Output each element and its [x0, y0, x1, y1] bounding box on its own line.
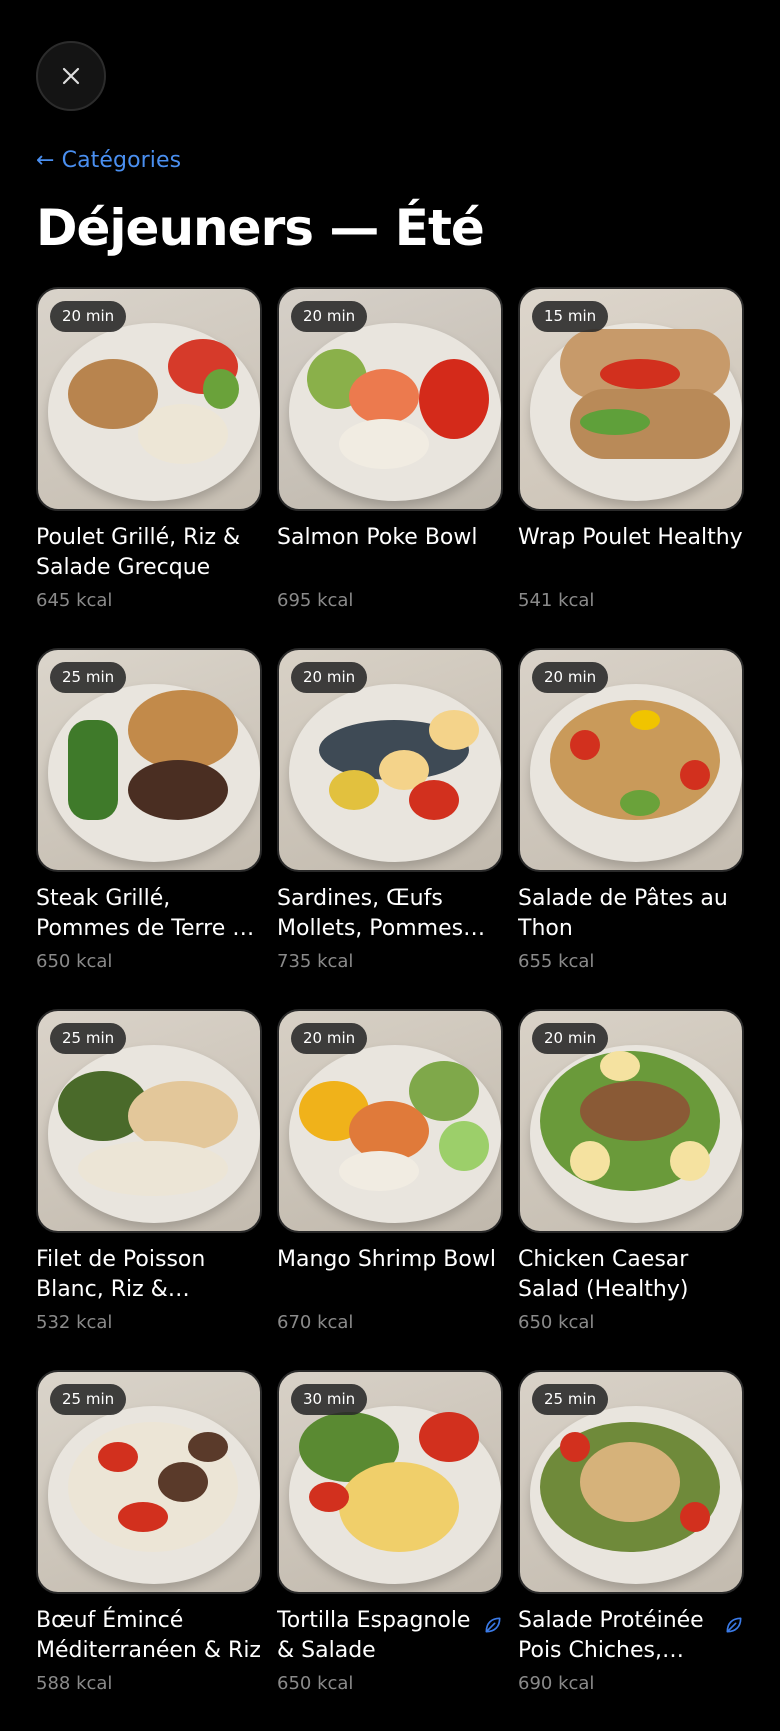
meal-name: Sardines, Œufs Mollets, Pommes d… — [277, 886, 464, 941]
prep-time-badge: 25 min — [532, 1384, 609, 1415]
meal-name: Wrap Poulet Healthy — [518, 525, 743, 550]
meal-kcal: 588 kcal — [36, 1673, 113, 1694]
meal-name: Filet de Poisson Blanc, Riz &… — [36, 1247, 206, 1302]
meal-image: 25 min — [518, 1370, 744, 1594]
meal-image: 20 min — [277, 648, 503, 872]
prep-time-badge: 20 min — [532, 1023, 609, 1054]
meal-card[interactable]: 20 min Mango Shrimp Bowl 670 kcal — [277, 1009, 503, 1370]
meal-kcal: 532 kcal — [36, 1312, 113, 1333]
prep-time-badge: 20 min — [50, 301, 127, 332]
prep-time-badge: 20 min — [291, 1023, 368, 1054]
meal-name: Bœuf Émincé Méditerranéen & Riz — [36, 1608, 261, 1663]
meal-name: Salade Protéinée Pois Chiches,… — [518, 1608, 704, 1663]
meal-name: Tortilla Espagnole & Salade — [277, 1608, 471, 1663]
prep-time-badge: 20 min — [291, 662, 368, 693]
meal-image: 15 min — [518, 287, 744, 511]
meal-card[interactable]: 20 min Sardines, Œufs Mollets, Pommes d…… — [277, 648, 503, 1009]
meal-kcal: 655 kcal — [518, 951, 595, 972]
meal-image: 20 min — [36, 287, 262, 511]
close-icon — [62, 67, 80, 85]
prep-time-badge: 15 min — [532, 301, 609, 332]
prep-time-badge: 25 min — [50, 1023, 127, 1054]
meal-kcal: 735 kcal — [277, 951, 354, 972]
meal-card[interactable]: 20 min Poulet Grillé, Riz & Salade Grecq… — [36, 287, 262, 648]
close-button[interactable] — [36, 41, 106, 111]
leaf-icon — [485, 1617, 501, 1633]
meal-card[interactable]: 20 min Chicken Caesar Salad (Healthy) 65… — [518, 1009, 744, 1370]
meal-card[interactable]: 25 min Bœuf Émincé Méditerranéen & Riz 5… — [36, 1370, 262, 1731]
meal-card[interactable]: 20 min Salmon Poke Bowl 695 kcal — [277, 287, 503, 648]
meal-card[interactable]: 30 min Tortilla Espagnole & Salade 650 k… — [277, 1370, 503, 1731]
meal-kcal: 670 kcal — [277, 1312, 354, 1333]
prep-time-badge: 25 min — [50, 1384, 127, 1415]
meal-card[interactable]: 25 min Steak Grillé, Pommes de Terre & H… — [36, 648, 262, 1009]
prep-time-badge: 25 min — [50, 662, 127, 693]
back-to-categories-link[interactable]: ← Catégories — [36, 148, 181, 173]
leaf-icon — [726, 1617, 742, 1633]
meal-image: 25 min — [36, 648, 262, 872]
meal-card[interactable]: 25 min Salade Protéinée Pois Chiches,… 6… — [518, 1370, 744, 1731]
meal-kcal: 650 kcal — [36, 951, 113, 972]
meal-name: Salade de Pâtes au Thon — [518, 886, 728, 941]
meal-kcal: 695 kcal — [277, 590, 354, 611]
meal-card[interactable]: 20 min Salade de Pâtes au Thon 655 kcal — [518, 648, 744, 1009]
meal-kcal: 645 kcal — [36, 590, 113, 611]
meal-grid: 20 min Poulet Grillé, Riz & Salade Grecq… — [36, 287, 744, 1731]
meal-image: 20 min — [518, 1009, 744, 1233]
meal-kcal: 690 kcal — [518, 1673, 595, 1694]
meal-card[interactable]: 25 min Filet de Poisson Blanc, Riz &… 53… — [36, 1009, 262, 1370]
meal-kcal: 541 kcal — [518, 590, 595, 611]
meal-card[interactable]: 15 min Wrap Poulet Healthy 541 kcal — [518, 287, 744, 648]
meal-image: 20 min — [518, 648, 744, 872]
prep-time-badge: 20 min — [291, 301, 368, 332]
meal-name: Poulet Grillé, Riz & Salade Grecque — [36, 525, 241, 580]
meal-kcal: 650 kcal — [518, 1312, 595, 1333]
meal-name: Mango Shrimp Bowl — [277, 1247, 496, 1272]
meal-image: 25 min — [36, 1009, 262, 1233]
meal-kcal: 650 kcal — [277, 1673, 354, 1694]
prep-time-badge: 20 min — [532, 662, 609, 693]
meal-image: 30 min — [277, 1370, 503, 1594]
meal-image: 20 min — [277, 1009, 503, 1233]
page-title: Déjeuners — Été — [36, 199, 485, 257]
meal-name: Chicken Caesar Salad (Healthy) — [518, 1247, 689, 1302]
meal-name: Salmon Poke Bowl — [277, 525, 478, 550]
meal-image: 20 min — [277, 287, 503, 511]
meal-image: 25 min — [36, 1370, 262, 1594]
meal-name: Steak Grillé, Pommes de Terre & Haricots… — [36, 886, 250, 941]
prep-time-badge: 30 min — [291, 1384, 368, 1415]
